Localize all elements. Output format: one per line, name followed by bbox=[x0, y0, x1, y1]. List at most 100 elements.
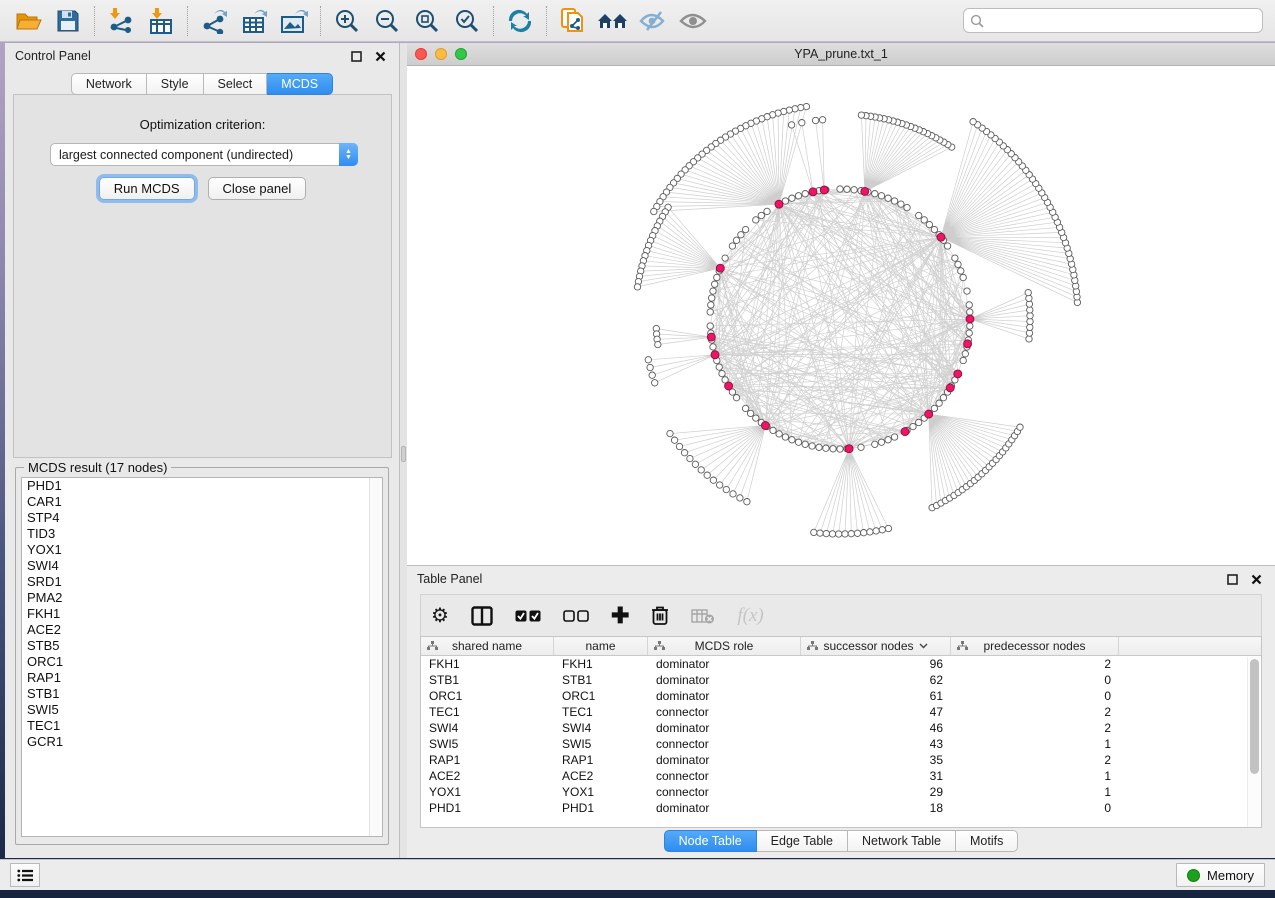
network-node[interactable] bbox=[879, 527, 885, 533]
table-cell[interactable]: 2 bbox=[951, 753, 1119, 767]
network-node[interactable] bbox=[1017, 424, 1023, 430]
list-item[interactable]: ACE2 bbox=[22, 622, 382, 638]
network-hub-node[interactable] bbox=[716, 264, 724, 272]
network-node[interactable] bbox=[710, 288, 716, 294]
network-node[interactable] bbox=[795, 439, 801, 445]
tab-mcds[interactable]: MCDS bbox=[267, 73, 333, 95]
list-item[interactable]: STB1 bbox=[22, 686, 382, 702]
float-panel-icon[interactable] bbox=[347, 47, 365, 65]
network-node[interactable] bbox=[844, 186, 850, 192]
table-cell[interactable]: 46 bbox=[801, 721, 951, 735]
network-node[interactable] bbox=[799, 120, 805, 126]
network-node[interactable] bbox=[823, 530, 829, 536]
column-header-predecessor-nodes[interactable]: predecessor nodes bbox=[951, 637, 1119, 655]
scrollbar-thumb[interactable] bbox=[1250, 659, 1259, 774]
hide-selected-icon[interactable] bbox=[633, 3, 673, 39]
table-cell[interactable]: 61 bbox=[801, 689, 951, 703]
network-node[interactable] bbox=[707, 323, 713, 329]
tab-node-table[interactable]: Node Table bbox=[664, 830, 757, 852]
list-item[interactable]: STB5 bbox=[22, 638, 382, 654]
network-hub-node[interactable] bbox=[954, 370, 962, 378]
table-cell[interactable]: ORC1 bbox=[554, 689, 648, 703]
network-node[interactable] bbox=[733, 395, 739, 401]
network-hub-node[interactable] bbox=[820, 186, 828, 194]
network-node[interactable] bbox=[770, 427, 776, 433]
network-hub-node[interactable] bbox=[966, 315, 974, 323]
memory-button[interactable]: Memory bbox=[1176, 863, 1265, 887]
list-item[interactable]: ORC1 bbox=[22, 654, 382, 670]
network-node[interactable] bbox=[819, 117, 825, 123]
network-hub-node[interactable] bbox=[725, 382, 733, 390]
table-cell[interactable]: 29 bbox=[801, 785, 951, 799]
list-item[interactable]: STP4 bbox=[22, 510, 382, 526]
table-cell[interactable]: RAP1 bbox=[554, 753, 648, 767]
list-item[interactable]: GCR1 bbox=[22, 734, 382, 750]
network-node[interactable] bbox=[823, 445, 829, 451]
search-field[interactable] bbox=[963, 8, 1263, 33]
network-hub-node[interactable] bbox=[861, 187, 869, 195]
table-cell[interactable]: FKH1 bbox=[554, 657, 648, 671]
list-scrollbar[interactable] bbox=[369, 478, 382, 836]
list-item[interactable]: SWI4 bbox=[22, 558, 382, 574]
network-hub-node[interactable] bbox=[707, 333, 715, 341]
search-input[interactable] bbox=[988, 14, 1256, 28]
network-node[interactable] bbox=[737, 495, 743, 501]
network-node[interactable] bbox=[854, 530, 860, 536]
table-row[interactable]: SWI5SWI5connector431 bbox=[421, 736, 1261, 752]
network-node[interactable] bbox=[747, 410, 753, 416]
export-table-icon[interactable] bbox=[234, 3, 274, 39]
network-node[interactable] bbox=[960, 274, 966, 280]
network-node[interactable] bbox=[789, 195, 795, 201]
network-node[interactable] bbox=[716, 364, 722, 370]
network-node[interactable] bbox=[671, 437, 677, 443]
tab-network-table[interactable]: Network Table bbox=[848, 830, 956, 852]
network-node[interactable] bbox=[817, 530, 823, 536]
network-node[interactable] bbox=[707, 309, 713, 315]
open-file-icon[interactable] bbox=[8, 3, 48, 39]
network-node[interactable] bbox=[802, 191, 808, 197]
zoom-fit-icon[interactable] bbox=[407, 3, 447, 39]
table-cell[interactable]: ORC1 bbox=[421, 689, 554, 703]
split-columns-icon[interactable] bbox=[471, 601, 493, 631]
network-node[interactable] bbox=[891, 198, 897, 204]
network-node[interactable] bbox=[647, 364, 653, 370]
network-node[interactable] bbox=[652, 380, 658, 386]
close-panel-icon[interactable] bbox=[371, 47, 389, 65]
network-node[interactable] bbox=[698, 467, 704, 473]
table-cell[interactable]: connector bbox=[648, 769, 801, 783]
refresh-layout-icon[interactable] bbox=[500, 3, 540, 39]
first-neighbors-icon[interactable] bbox=[593, 3, 633, 39]
table-cell[interactable]: connector bbox=[648, 737, 801, 751]
tab-style[interactable]: Style bbox=[147, 73, 204, 95]
list-item[interactable]: PHD1 bbox=[22, 478, 382, 494]
network-node[interactable] bbox=[645, 357, 651, 363]
network-node[interactable] bbox=[836, 531, 842, 537]
table-cell[interactable]: SWI5 bbox=[554, 737, 648, 751]
table-cell[interactable]: ACE2 bbox=[554, 769, 648, 783]
network-hub-node[interactable] bbox=[775, 200, 783, 208]
table-cell[interactable]: SWI5 bbox=[421, 737, 554, 751]
network-node[interactable] bbox=[944, 243, 950, 249]
close-panel-icon[interactable] bbox=[1247, 570, 1265, 588]
task-history-button[interactable] bbox=[10, 863, 40, 887]
network-node[interactable] bbox=[967, 323, 973, 329]
table-cell[interactable]: 0 bbox=[951, 689, 1119, 703]
table-row[interactable]: STB1STB1dominator620 bbox=[421, 672, 1261, 688]
table-cell[interactable]: dominator bbox=[648, 801, 801, 815]
zoom-out-icon[interactable] bbox=[367, 3, 407, 39]
list-item[interactable]: YOX1 bbox=[22, 542, 382, 558]
network-node[interactable] bbox=[940, 395, 946, 401]
vertical-splitter[interactable] bbox=[400, 43, 407, 858]
list-item[interactable]: SWI5 bbox=[22, 702, 382, 718]
mcds-result-list[interactable]: PHD1CAR1STP4TID3YOX1SWI4SRD1PMA2FKH1ACE2… bbox=[21, 477, 383, 837]
network-node[interactable] bbox=[952, 255, 958, 261]
network-node[interactable] bbox=[710, 344, 716, 350]
network-node[interactable] bbox=[676, 443, 682, 449]
table-cell[interactable]: dominator bbox=[648, 721, 801, 735]
network-node[interactable] bbox=[970, 119, 976, 125]
table-cell[interactable]: dominator bbox=[648, 673, 801, 687]
network-node[interactable] bbox=[966, 330, 972, 336]
network-canvas[interactable] bbox=[407, 66, 1275, 564]
network-node[interactable] bbox=[811, 529, 817, 535]
table-row[interactable]: FKH1FKH1dominator962 bbox=[421, 656, 1261, 672]
